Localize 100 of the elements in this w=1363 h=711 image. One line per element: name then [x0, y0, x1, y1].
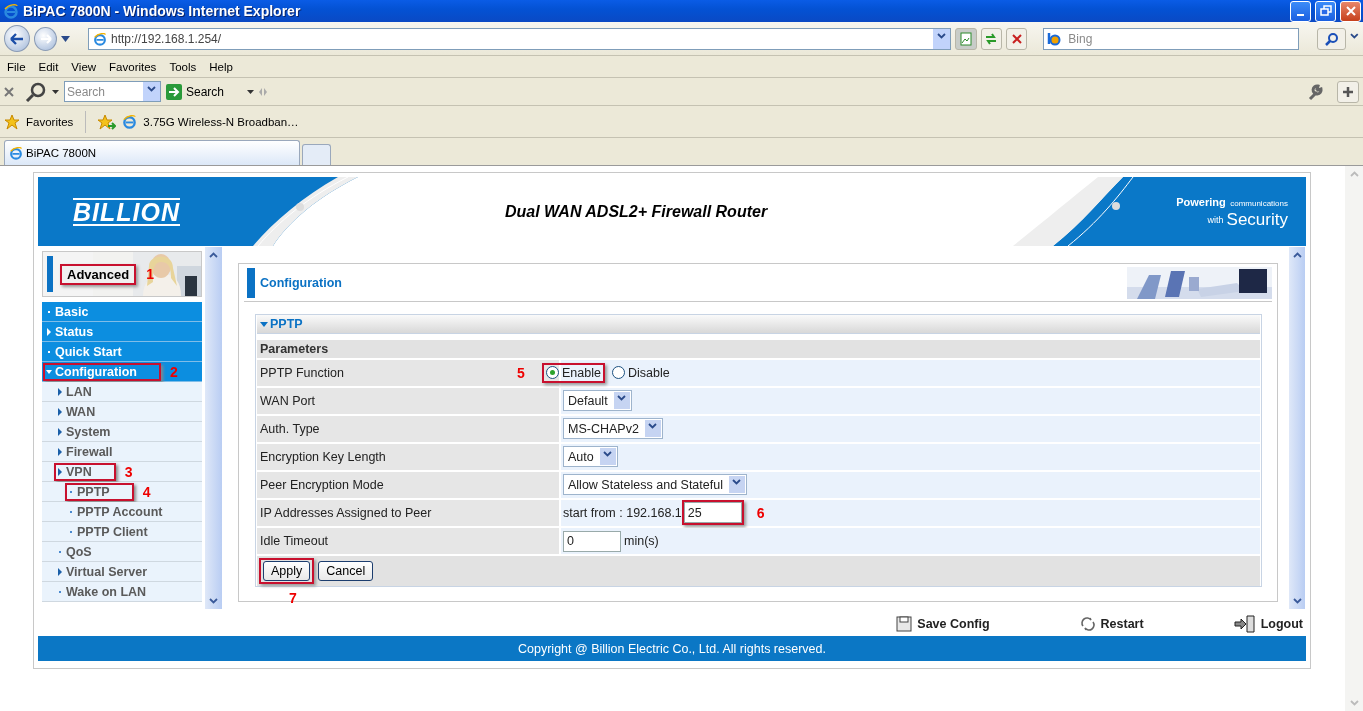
sidebar-item[interactable]: PPTP Account	[42, 502, 202, 522]
maximize-button[interactable]	[1315, 0, 1336, 22]
sidebar-item[interactable]: Basic	[42, 302, 202, 322]
stop-icon	[1010, 32, 1023, 45]
sidebar-item[interactable]: QoS	[42, 542, 202, 562]
sidebar-item[interactable]: Quick Start	[42, 342, 202, 362]
panel-title: PPTP	[257, 315, 1260, 335]
caret-down-icon[interactable]	[61, 35, 70, 42]
chevron-down-icon	[147, 86, 156, 92]
ie-logo-icon	[93, 31, 107, 46]
sidebar-item[interactable]: Wake on LAN	[42, 582, 202, 602]
add-favorite-icon[interactable]	[98, 113, 117, 130]
input-field[interactable]: 25	[683, 502, 742, 524]
address-field[interactable]: http://192.168.1.254/	[88, 27, 952, 50]
back-button[interactable]	[4, 25, 31, 52]
field-label: WAN Port	[257, 387, 559, 414]
compatibility-button[interactable]	[955, 27, 977, 50]
dropdown[interactable]: Auto	[563, 446, 618, 468]
restore-icon	[1319, 5, 1332, 17]
ie-logo-icon	[3, 3, 19, 19]
apply-button[interactable]: Apply	[263, 561, 311, 581]
menu-item[interactable]: Favorites	[105, 60, 166, 73]
caret-down-icon[interactable]	[52, 89, 59, 94]
section-title: Configuration	[260, 275, 343, 290]
slogan: Powering communications with Security	[1176, 195, 1288, 229]
scrollbar[interactable]	[205, 247, 222, 609]
menu-item[interactable]: Tools	[165, 60, 206, 73]
favorites-button[interactable]: Favorites	[26, 115, 74, 128]
input-field[interactable]: 0	[563, 530, 621, 552]
scrollbar[interactable]	[1289, 247, 1305, 609]
radio-label: Enable	[562, 365, 601, 380]
menu-item[interactable]: Help	[205, 60, 242, 73]
dropdown[interactable]: Default	[563, 390, 632, 412]
search-field[interactable]: Bing	[1043, 27, 1300, 50]
field-label: Idle Timeout	[257, 528, 559, 555]
radio-button[interactable]	[611, 366, 625, 380]
favorite-link[interactable]: 3.75G Wireless-N Broadban…	[143, 115, 299, 128]
accent-bar	[47, 256, 53, 292]
chevron-down-icon	[648, 423, 658, 430]
dropdown[interactable]: MS-CHAPv2	[563, 418, 663, 440]
sidebar-item[interactable]: Firewall	[42, 442, 202, 462]
annotation-number: 6	[756, 504, 765, 521]
stop-button[interactable]	[1006, 27, 1028, 50]
search-button[interactable]	[1317, 27, 1347, 50]
star-icon	[4, 113, 20, 130]
sidebar-item[interactable]: PPTP 4	[42, 482, 202, 502]
sidebar-item[interactable]: PPTP Client	[42, 522, 202, 542]
accent-bar	[247, 267, 255, 298]
caret-icon	[1350, 33, 1360, 39]
search-icon[interactable]	[25, 81, 47, 102]
close-icon	[1344, 5, 1357, 17]
ip-prefix: start from : 192.168.1	[563, 505, 682, 520]
down-triangle-icon	[260, 321, 268, 327]
dropdown[interactable]: Allow Stateless and Stateful	[563, 474, 747, 496]
menu-item[interactable]: Edit	[34, 60, 68, 73]
close-icon[interactable]	[4, 86, 14, 97]
brand-logo: BILLION	[73, 197, 180, 226]
door-arrow-icon	[1233, 615, 1256, 633]
browser-tab[interactable]: BiPAC 7800N	[4, 140, 300, 165]
sidebar-item[interactable]: System	[42, 422, 202, 442]
sidebar-item[interactable]: WAN	[42, 402, 202, 422]
url-text: http://192.168.1.254/	[111, 31, 223, 46]
dropdown-button[interactable]	[933, 28, 951, 49]
radio-label: Disable	[627, 365, 670, 380]
sidebar-item[interactable]: Configuration 2	[42, 362, 202, 382]
wrench-icon[interactable]	[1306, 82, 1324, 101]
drag-handle-icon[interactable]	[259, 86, 268, 97]
ie-logo-icon	[122, 114, 138, 129]
sidebar-item[interactable]: Virtual Server	[42, 562, 202, 582]
sidebar-item[interactable]: LAN	[42, 382, 202, 402]
field-label: Encryption Key Length	[257, 443, 559, 470]
scrollbar[interactable]	[1345, 166, 1363, 711]
sidebar-item[interactable]: VPN 3	[42, 462, 202, 482]
caret-down-icon[interactable]	[247, 89, 255, 94]
chevron-down-icon	[732, 479, 742, 486]
unit-label: min(s)	[624, 534, 659, 548]
footer-link[interactable]: Logout	[1233, 615, 1303, 633]
close-button[interactable]	[1340, 0, 1361, 22]
dropdown-button[interactable]	[143, 82, 160, 101]
minimize-icon	[1297, 14, 1304, 16]
cancel-button[interactable]: Cancel	[318, 561, 374, 581]
refresh-button[interactable]	[980, 27, 1003, 50]
search-button[interactable]: Search	[166, 83, 225, 100]
window-title: BiPAC 7800N - Windows Internet Explorer	[23, 3, 302, 19]
add-button[interactable]	[1337, 80, 1359, 103]
footer-link[interactable]: Restart	[1079, 616, 1144, 632]
field-label: Auth. Type	[257, 415, 559, 442]
annotation-number: 1	[146, 266, 154, 282]
menu-item[interactable]: File	[3, 60, 35, 73]
menu-item[interactable]: View	[67, 60, 106, 73]
copyright-bar: Copyright @ Billion Electric Co., Ltd. All rights reserved.	[38, 636, 1306, 661]
mode-label[interactable]: Advanced	[60, 263, 137, 285]
chevron-down-icon	[603, 451, 613, 458]
minimize-button[interactable]	[1290, 0, 1311, 22]
sidebar-item[interactable]: Status	[42, 322, 202, 342]
annotation-number: 7	[289, 590, 297, 606]
chevron-down-icon	[937, 33, 947, 39]
ie-logo-icon	[9, 146, 23, 160]
arrow-left-icon	[10, 32, 25, 45]
footer-link[interactable]: Save Config	[896, 616, 990, 632]
